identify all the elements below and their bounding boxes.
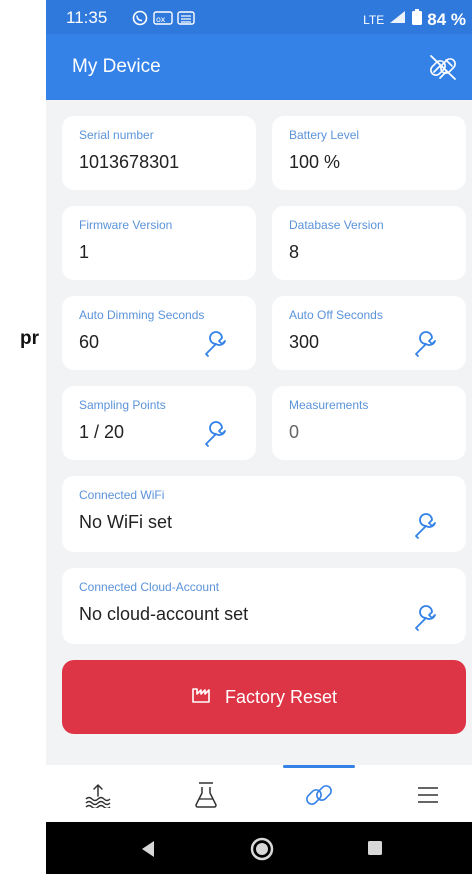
connected-cloud-label: Connected Cloud-Account bbox=[79, 580, 220, 594]
sampling-points-value: 1 / 20 bbox=[79, 422, 125, 442]
auto-off-value: 300 bbox=[289, 332, 320, 352]
battery-level-value: 100 % bbox=[289, 152, 341, 172]
database-version-value: 8 bbox=[289, 242, 300, 262]
recents-icon[interactable] bbox=[367, 840, 383, 860]
database-version-label: Database Version bbox=[289, 218, 384, 232]
battery-level-label: Battery Level bbox=[289, 128, 360, 142]
home-icon[interactable] bbox=[249, 836, 275, 866]
serial-number-card: Serial number 1013678301 bbox=[62, 116, 256, 190]
system-navigation-bar bbox=[46, 822, 472, 874]
serial-number-label: Serial number bbox=[79, 128, 154, 142]
wrench-icon[interactable] bbox=[412, 330, 440, 362]
firmware-version-value: 1 bbox=[79, 242, 90, 262]
bottom-navigation bbox=[46, 765, 472, 822]
battery-icon bbox=[412, 9, 423, 30]
device-info-content: Serial number 1013678301 Battery Level 1… bbox=[46, 100, 472, 765]
signal-icon bbox=[389, 10, 407, 29]
menu-icon[interactable] bbox=[408, 779, 448, 811]
battery-level-card: Battery Level 100 % bbox=[272, 116, 466, 190]
status-bar: 11:35 ox LTE 84 % bbox=[46, 0, 472, 34]
wrench-icon[interactable] bbox=[202, 420, 230, 452]
connected-wifi-label: Connected WiFi bbox=[79, 488, 165, 502]
firmware-version-card: Firmware Version 1 bbox=[62, 206, 256, 280]
measurements-label: Measurements bbox=[289, 398, 369, 412]
serial-number-value: 1013678301 bbox=[79, 152, 180, 172]
factory-icon bbox=[191, 686, 211, 709]
connected-cloud-card[interactable]: Connected Cloud-Account No cloud-account… bbox=[62, 568, 466, 644]
connected-wifi-value: No WiFi set bbox=[79, 512, 173, 532]
link-icon[interactable] bbox=[299, 779, 339, 811]
factory-reset-label: Factory Reset bbox=[224, 686, 338, 707]
flask-icon[interactable] bbox=[186, 779, 226, 811]
water-level-icon[interactable] bbox=[78, 779, 118, 811]
app-bar: My Device bbox=[46, 34, 472, 100]
page-title: My Device bbox=[72, 56, 161, 77]
auto-dimming-label: Auto Dimming Seconds bbox=[79, 308, 205, 322]
notification-icons: ox bbox=[132, 10, 216, 30]
sampling-points-card[interactable]: Sampling Points 1 / 20 bbox=[62, 386, 256, 460]
link-off-icon[interactable] bbox=[426, 52, 460, 86]
connected-cloud-value: No cloud-account set bbox=[79, 604, 249, 624]
network-type: LTE bbox=[363, 12, 385, 27]
phone-screen: 11:35 ox LTE 84 % My Device Serial numbe… bbox=[46, 0, 472, 874]
svg-text:ox: ox bbox=[156, 15, 166, 24]
wrench-icon[interactable] bbox=[412, 512, 440, 544]
connected-wifi-card[interactable]: Connected WiFi No WiFi set bbox=[62, 476, 466, 552]
firmware-version-label: Firmware Version bbox=[79, 218, 173, 232]
auto-dimming-card[interactable]: Auto Dimming Seconds 60 bbox=[62, 296, 256, 370]
battery-percent: 84 % bbox=[427, 9, 466, 29]
sampling-points-label: Sampling Points bbox=[79, 398, 166, 412]
back-icon[interactable] bbox=[140, 840, 156, 862]
factory-reset-button[interactable]: Factory Reset bbox=[62, 660, 466, 734]
auto-off-label: Auto Off Seconds bbox=[289, 308, 383, 322]
active-tab-indicator bbox=[283, 765, 355, 768]
measurements-card: Measurements 0 bbox=[272, 386, 466, 460]
status-time: 11:35 bbox=[66, 8, 108, 27]
wrench-icon[interactable] bbox=[412, 604, 440, 636]
database-version-card: Database Version 8 bbox=[272, 206, 466, 280]
measurements-value: 0 bbox=[289, 422, 300, 442]
auto-off-card[interactable]: Auto Off Seconds 300 bbox=[272, 296, 466, 370]
wrench-icon[interactable] bbox=[202, 330, 230, 362]
status-right: LTE 84 % bbox=[363, 9, 466, 30]
auto-dimming-value: 60 bbox=[79, 332, 100, 352]
partial-side-text: pr bbox=[20, 328, 39, 349]
